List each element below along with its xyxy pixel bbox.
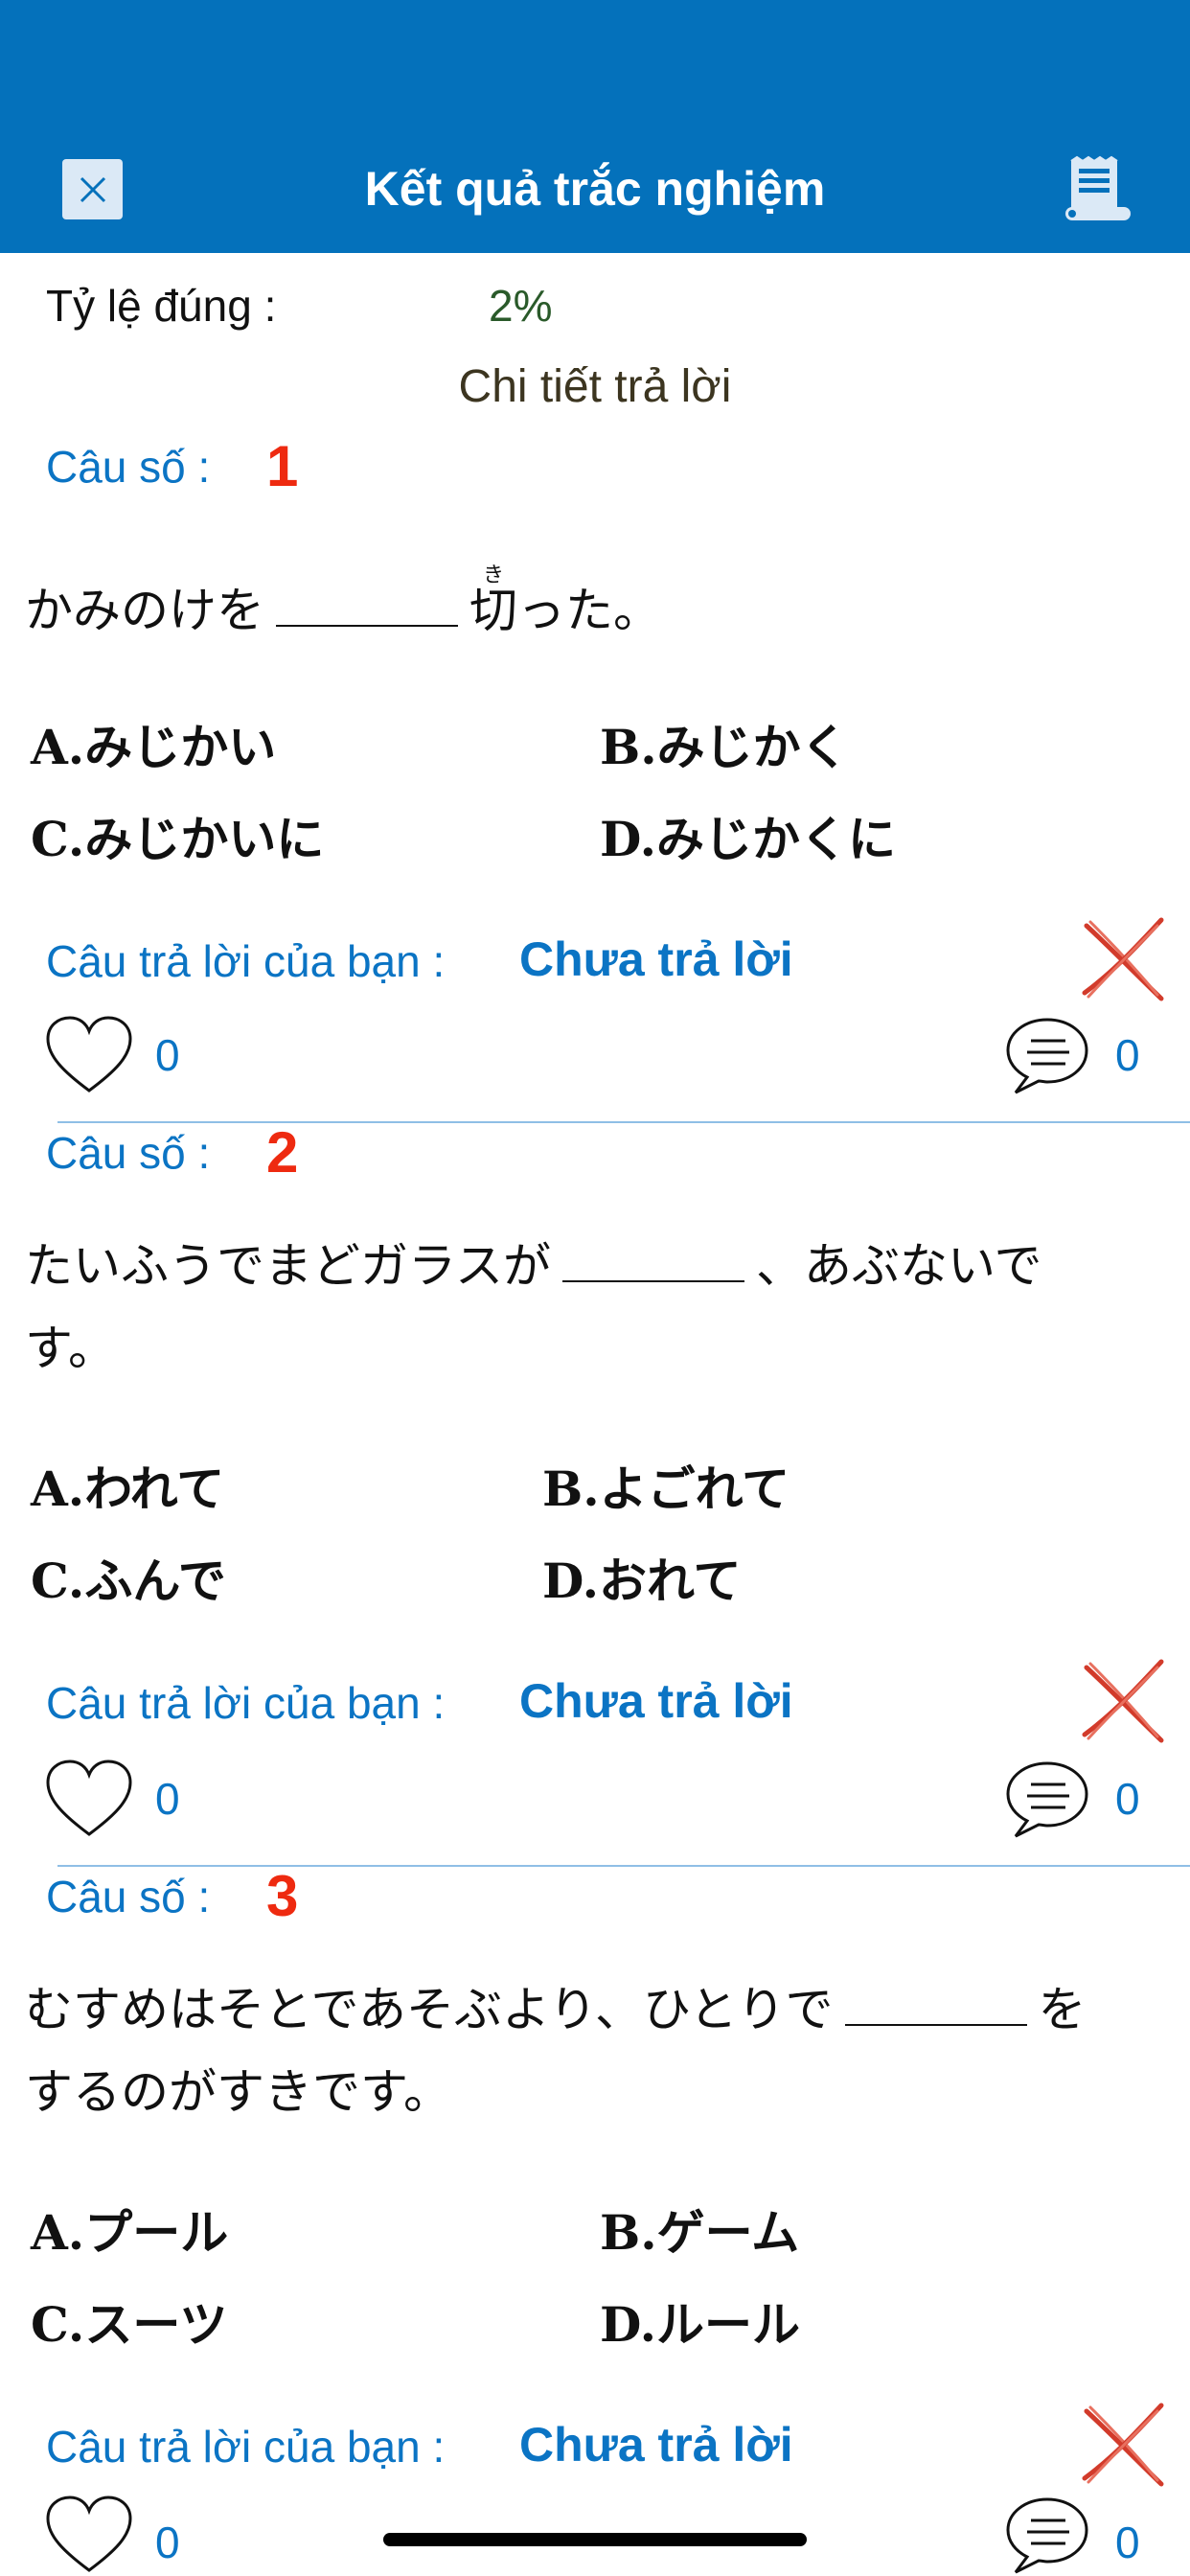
comment-icon[interactable] bbox=[1002, 1758, 1092, 1840]
question-text-part: す。 bbox=[25, 1321, 116, 1376]
scroll-icon[interactable] bbox=[1062, 153, 1136, 228]
kanji-with-furigana: 切き bbox=[469, 564, 517, 638]
question-text-part: かみのけを bbox=[25, 583, 264, 638]
option-d: D.おれて bbox=[542, 1552, 742, 1609]
wrong-x-icon bbox=[1082, 917, 1164, 1001]
answer-details-title: Chi tiết trả lời bbox=[458, 361, 732, 412]
question-label: Câu số : bbox=[46, 442, 211, 492]
page-title: Kết quả trắc nghiệm bbox=[364, 162, 826, 216]
like-count: 0 bbox=[155, 1774, 180, 1824]
option-a: A.われて bbox=[31, 1460, 225, 1517]
question-number: 2 bbox=[266, 1120, 299, 1184]
question-text: むすめはそとであそぶより、ひとりで を するのがすきです。 bbox=[25, 1968, 1156, 2133]
answer-blank bbox=[844, 1974, 1027, 2026]
your-answer-label: Câu trả lời của bạn : bbox=[46, 936, 446, 986]
question-text-part: 、あぶないで bbox=[756, 1238, 1042, 1294]
like-count: 0 bbox=[155, 1030, 180, 1080]
your-answer-value: Chưa trả lời bbox=[519, 1674, 793, 1728]
question-number: 3 bbox=[266, 1864, 299, 1928]
question-text-part: を bbox=[1038, 1982, 1087, 2037]
question-text: たいふうでまどガラスが 、あぶないで す。 bbox=[25, 1225, 1156, 1390]
wrong-x-icon bbox=[1082, 2403, 1164, 2487]
divider bbox=[57, 1121, 1190, 1123]
heart-icon[interactable] bbox=[44, 2494, 134, 2576]
question-text-part: たいふうでまどガラスが bbox=[25, 1238, 551, 1294]
heart-icon[interactable] bbox=[44, 1014, 134, 1096]
option-c: C.ふんで bbox=[31, 1552, 226, 1609]
question-text-part: むすめはそとであそぶより、ひとりで bbox=[25, 1982, 834, 2037]
option-a: A.プール bbox=[31, 2204, 229, 2261]
option-c: C.みじかいに bbox=[31, 811, 325, 867]
question-text-part: った。 bbox=[517, 583, 661, 638]
question-text: かみのけを 切きった。 bbox=[25, 564, 1156, 652]
divider bbox=[57, 1865, 1190, 1867]
option-b: B.みじかく bbox=[600, 719, 849, 775]
option-c: C.スーツ bbox=[31, 2296, 228, 2353]
correct-rate-value: 2% bbox=[489, 281, 553, 331]
your-answer-value: Chưa trả lời bbox=[519, 2418, 793, 2472]
home-indicator[interactable] bbox=[383, 2533, 807, 2546]
comment-count: 0 bbox=[1115, 2518, 1140, 2567]
wrong-x-icon bbox=[1082, 1659, 1164, 1743]
your-answer-label: Câu trả lời của bạn : bbox=[46, 1678, 446, 1728]
comment-count: 0 bbox=[1115, 1030, 1140, 1080]
comment-icon[interactable] bbox=[1002, 2494, 1092, 2576]
question-label: Câu số : bbox=[46, 1872, 211, 1921]
like-count: 0 bbox=[155, 2518, 180, 2567]
comment-icon[interactable] bbox=[1002, 1014, 1092, 1096]
your-answer-value: Chưa trả lời bbox=[519, 932, 793, 986]
heart-icon[interactable] bbox=[44, 1758, 134, 1840]
option-d: D.ルール bbox=[600, 2296, 800, 2353]
question-text-part: するのがすきです。 bbox=[25, 2064, 451, 2120]
correct-rate-label: Tỷ lệ đúng : bbox=[46, 281, 277, 331]
comment-count: 0 bbox=[1115, 1774, 1140, 1824]
option-b: B.ゲーム bbox=[600, 2204, 800, 2261]
your-answer-label: Câu trả lời của bạn : bbox=[46, 2422, 446, 2472]
furigana: き bbox=[469, 564, 517, 587]
option-b: B.よごれて bbox=[542, 1460, 790, 1517]
question-number: 1 bbox=[266, 434, 299, 498]
option-d: D.みじかくに bbox=[600, 811, 896, 867]
answer-blank bbox=[562, 1230, 744, 1282]
top-app-bar: Kết quả trắc nghiệm bbox=[0, 0, 1190, 253]
question-label: Câu số : bbox=[46, 1128, 211, 1178]
kanji: 切 bbox=[469, 583, 517, 638]
answer-blank bbox=[276, 575, 458, 627]
option-a: A.みじかい bbox=[31, 719, 277, 775]
